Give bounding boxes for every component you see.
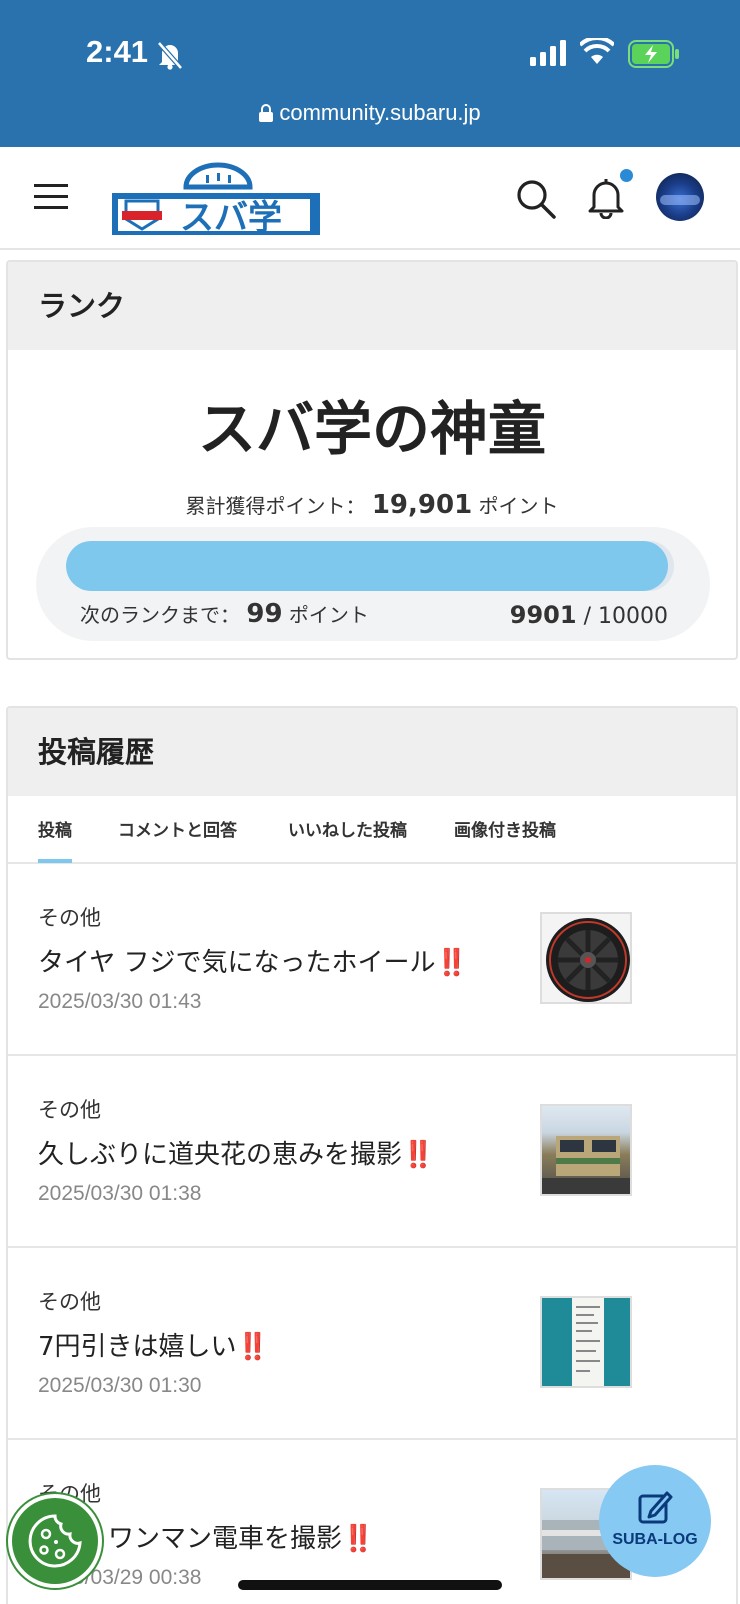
post-title: ワンマン電車を撮影‼️ [108, 1518, 374, 1555]
double-exclamation-icon: ‼️ [236, 1332, 269, 1362]
progress-fill [66, 541, 668, 591]
bell-off-icon [157, 41, 183, 70]
progress-current: 9901 [509, 601, 577, 629]
total-points-value: 19,901 [371, 490, 473, 520]
post-title-text: 久しぶりに道央花の恵みを撮影 [38, 1140, 403, 1170]
avatar[interactable] [656, 173, 704, 221]
receipt-image [572, 1298, 604, 1386]
post-item[interactable]: その他 久しぶりに道央花の恵みを撮影‼️ 2025/03/30 01:38 [8, 1056, 736, 1248]
rank-card: ランク スバ学の神童 累計獲得ポイント： 19,901 ポイント 次のランクまで… [6, 260, 738, 660]
post-date: 2025/03/30 01:38 [38, 1182, 202, 1205]
search-icon[interactable] [514, 177, 558, 221]
history-section-title: 投稿履歴 [8, 708, 736, 796]
post-item[interactable]: その他 7円引きは嬉しい‼️ 2025/03/30 01:30 [8, 1248, 736, 1440]
wheel-image [546, 918, 630, 1002]
post-title-text: ワンマン電車を撮影 [108, 1524, 343, 1554]
post-title: 7円引きは嬉しい‼️ [38, 1326, 269, 1363]
double-exclamation-icon: ‼️ [402, 1140, 435, 1170]
post-title: タイヤ フジで気になったホイール‼️ [38, 942, 468, 979]
post-category: その他 [38, 906, 101, 930]
suba-gaku-logo[interactable]: スバ学 [110, 161, 326, 241]
post-thumbnail[interactable] [540, 1296, 632, 1388]
progress-max: 10000 [598, 604, 668, 629]
post-category: その他 [38, 1098, 101, 1122]
post-title: 久しぶりに道央花の恵みを撮影‼️ [38, 1134, 434, 1171]
site-header: スバ学 [0, 147, 740, 250]
post-history-card: 投稿履歴 投稿 コメントと回答 いいねした投稿 画像付き投稿 その他 タイヤ フ… [6, 706, 738, 1604]
post-category: その他 [38, 1290, 101, 1314]
next-rank-label: 次のランクまで： [80, 603, 240, 627]
rank-name: スバ学の神童 [197, 395, 546, 463]
total-points-unit: ポイント [478, 494, 559, 518]
post-thumbnail[interactable] [540, 912, 632, 1004]
home-indicator [238, 1580, 502, 1590]
cookie-icon [28, 1514, 82, 1568]
tab-liked-posts[interactable]: いいねした投稿 [288, 816, 407, 841]
lock-icon [259, 104, 274, 122]
next-rank-unit: ポイント [288, 603, 369, 627]
progress-count: 9901 / 10000 [510, 601, 668, 629]
post-title-text: タイヤ フジで気になったホイール [38, 948, 436, 978]
total-points: 累計獲得ポイント： 19,901 ポイント [8, 490, 736, 520]
double-exclamation-icon: ‼️ [342, 1524, 375, 1554]
post-item[interactable]: その他 タイヤ フジで気になったホイール‼️ 2025/03/30 01:43 [8, 864, 736, 1056]
double-exclamation-icon: ‼️ [435, 948, 468, 978]
tab-image-posts[interactable]: 画像付き投稿 [454, 816, 556, 841]
history-tabs: 投稿 コメントと回答 いいねした投稿 画像付き投稿 [8, 796, 736, 864]
total-points-label: 累計獲得ポイント： [185, 494, 366, 518]
hamburger-menu-icon[interactable] [34, 182, 70, 212]
suba-log-label: SUBA-LOG [612, 1531, 698, 1548]
next-rank: 次のランクまで： 99 ポイント [80, 599, 369, 629]
progress-track [66, 541, 674, 591]
edit-icon [638, 1491, 673, 1524]
suba-log-button[interactable]: SUBA-LOG [599, 1465, 711, 1577]
signal-icon [530, 40, 566, 66]
post-title-text: 7円引きは嬉しい [38, 1332, 237, 1362]
tab-posts[interactable]: 投稿 [38, 816, 72, 863]
post-date: 2025/03/30 01:43 [38, 990, 202, 1013]
progress-separator: / [583, 604, 591, 629]
logo-text: スバ学 [180, 198, 282, 238]
cookie-settings-button[interactable] [8, 1494, 102, 1588]
post-date: 2025/03/30 01:30 [38, 1374, 202, 1397]
notification-badge [620, 169, 633, 182]
next-rank-value: 99 [246, 599, 283, 629]
url-bar[interactable]: community.subaru.jp [0, 100, 740, 126]
wifi-icon [580, 38, 614, 64]
train-image [542, 1136, 630, 1194]
url-text: community.subaru.jp [279, 100, 481, 125]
notification-bell-icon[interactable] [584, 175, 628, 219]
status-bar: 2:41 community.subaru.jp [0, 0, 740, 147]
battery-icon [628, 40, 679, 68]
rank-progress: 次のランクまで： 99 ポイント 9901 / 10000 [36, 527, 710, 641]
status-time: 2:41 [86, 34, 149, 69]
post-thumbnail[interactable] [540, 1104, 632, 1196]
rank-section-title: ランク [8, 262, 736, 350]
tab-comments-answers[interactable]: コメントと回答 [118, 816, 237, 841]
